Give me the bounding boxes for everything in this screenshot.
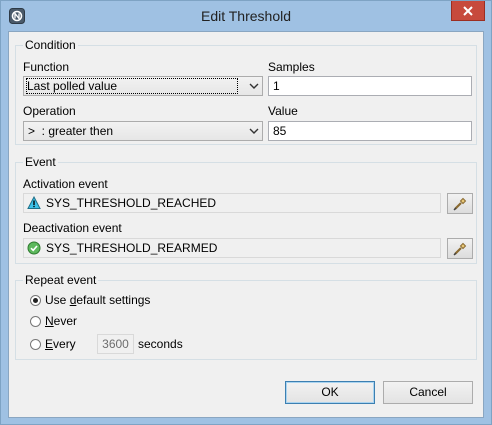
radio-button-selected[interactable] <box>30 294 41 306</box>
close-icon <box>463 5 473 16</box>
deactivation-event-value: SYS_THRESHOLD_REARMED <box>46 241 218 255</box>
chevron-down-icon <box>249 83 259 89</box>
value-input-value: 85 <box>273 124 287 138</box>
pick-event-icon <box>453 197 467 211</box>
pick-event-icon <box>453 242 467 256</box>
repeat-interval-input[interactable]: 3600 <box>97 334 134 354</box>
radio-never[interactable]: Never <box>30 313 77 329</box>
activation-event-label: Activation event <box>23 177 108 191</box>
seconds-label: seconds <box>138 337 183 351</box>
operation-select-value: > : greater then <box>28 124 114 138</box>
check-circle-icon <box>27 241 41 255</box>
function-select[interactable]: Last polled value <box>23 76 263 96</box>
samples-input[interactable]: 1 <box>268 76 472 96</box>
title-bar[interactable]: Edit Threshold <box>1 1 491 31</box>
operation-select[interactable]: > : greater then <box>23 121 263 141</box>
repeat-event-group-title: Repeat event <box>23 273 99 287</box>
activation-event-value: SYS_THRESHOLD_REACHED <box>46 196 217 210</box>
cancel-button[interactable]: Cancel <box>383 381 473 404</box>
function-label: Function <box>23 60 70 74</box>
radio-every[interactable]: Every 3600 seconds <box>30 334 230 354</box>
dialog-title: Edit Threshold <box>200 8 291 24</box>
value-input[interactable]: 85 <box>268 121 472 141</box>
activation-event-field[interactable]: SYS_THRESHOLD_REACHED <box>23 193 441 213</box>
deactivation-event-label: Deactivation event <box>23 221 122 235</box>
repeat-event-group: Repeat event Use default settings Never … <box>15 273 477 360</box>
close-button[interactable] <box>451 1 485 21</box>
ok-button[interactable]: OK <box>285 381 375 404</box>
radio-every-label: Every <box>45 337 76 351</box>
samples-label: Samples <box>268 60 315 74</box>
radio-button[interactable] <box>30 315 41 327</box>
pick-activation-event-button[interactable] <box>447 193 473 214</box>
radio-never-label: Never <box>45 314 78 328</box>
pick-deactivation-event-button[interactable] <box>447 238 473 259</box>
event-group: Event Activation event SYS_THRESHOLD_REA… <box>15 155 477 264</box>
deactivation-event-field[interactable]: SYS_THRESHOLD_REARMED <box>23 238 441 258</box>
event-group-title: Event <box>23 155 58 169</box>
radio-button[interactable] <box>30 338 41 350</box>
value-label: Value <box>268 104 298 118</box>
operation-label: Operation <box>23 104 76 118</box>
warning-icon <box>27 195 41 210</box>
samples-input-value: 1 <box>273 79 280 93</box>
condition-group: Condition Function Last polled value Sam… <box>15 38 477 145</box>
condition-group-title: Condition <box>23 38 78 52</box>
function-select-value: Last polled value <box>26 78 238 94</box>
dialog-window: Edit Threshold Condition Function Last p… <box>0 0 492 425</box>
radio-use-default[interactable]: Use default settings <box>30 292 150 308</box>
dialog-client-area: Condition Function Last polled value Sam… <box>8 31 484 418</box>
radio-use-default-label: Use default settings <box>45 293 151 307</box>
chevron-down-icon <box>249 128 259 134</box>
